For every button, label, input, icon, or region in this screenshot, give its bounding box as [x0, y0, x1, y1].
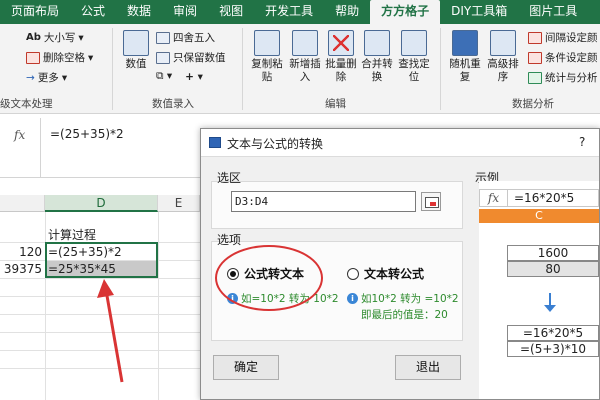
help-button[interactable]: ? — [579, 135, 585, 149]
example-value-cell: 80 — [507, 261, 599, 277]
fx-icon: fx — [480, 190, 508, 206]
example-preview: fx =16*20*5 C 1600 80 =16*20*5 =(5+3)*10 — [479, 181, 599, 399]
hint-final-value: 即最后的值是：20 — [361, 309, 448, 321]
exit-button[interactable]: 退出 — [395, 355, 461, 380]
radio-text-to-formula-label: 文本转公式 — [364, 267, 425, 281]
example-result-cell: =(5+3)*10 — [507, 341, 599, 357]
annotation-circle — [215, 245, 323, 311]
annotation-arrow-shaft — [104, 289, 124, 383]
example-formula-bar: fx =16*20*5 — [479, 189, 599, 207]
example-result-cell: =16*20*5 — [507, 325, 599, 341]
options-label: 选项 — [217, 233, 242, 247]
annotation-arrow-head — [97, 279, 114, 298]
range-input[interactable]: D3:D4 — [231, 191, 416, 212]
info-icon: i — [347, 293, 358, 304]
radio-unselected-icon — [347, 267, 359, 280]
dialog-title: 文本与公式的转换 — [227, 137, 324, 151]
hint-text-to-formula: i 如10*2 转为 =10*2 — [347, 291, 459, 306]
selection-label: 选区 — [217, 171, 242, 185]
app-icon — [209, 137, 221, 148]
example-column-header: C — [479, 209, 599, 223]
hint-text-to-formula-text: 如10*2 转为 =10*2 — [361, 293, 459, 305]
text-formula-convert-dialog: 文本与公式的转换 ? 选区 D3:D4 选项 公式转文本 文本转公式 i 如=10… — [200, 128, 600, 400]
range-picker-button[interactable] — [421, 192, 441, 211]
dialog-title-bar: 文本与公式的转换 ? — [201, 129, 599, 157]
example-value-cell: 1600 — [507, 245, 599, 261]
arrow-down-icon — [544, 293, 556, 312]
radio-text-to-formula[interactable]: 文本转公式 — [347, 265, 424, 282]
ok-button[interactable]: 确定 — [213, 355, 279, 380]
example-formula: =16*20*5 — [514, 191, 575, 205]
